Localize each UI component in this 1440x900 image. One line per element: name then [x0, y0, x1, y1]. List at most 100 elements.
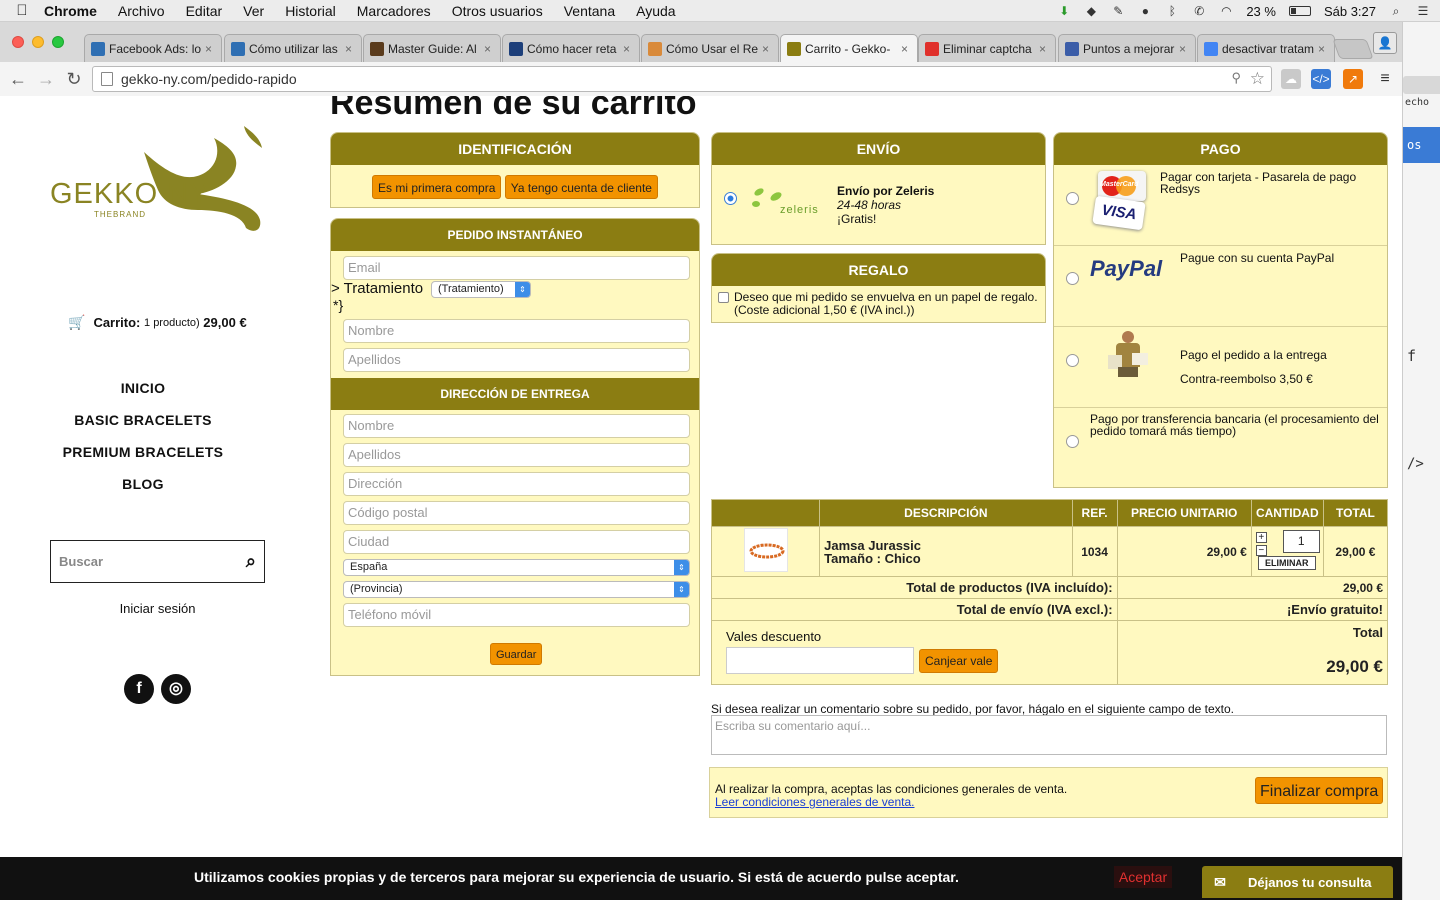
extension-code-icon[interactable]: </>	[1311, 69, 1331, 89]
browser-tab[interactable]: Master Guide: Al ×	[363, 34, 501, 62]
browser-tab[interactable]: desactivar tratam ×	[1197, 34, 1335, 62]
login-link[interactable]: Iniciar sesión	[50, 601, 265, 616]
shipping-radio[interactable]	[724, 192, 737, 205]
menu-historial[interactable]: Historial	[285, 3, 336, 19]
existing-account-button[interactable]: Ya tengo cuenta de cliente	[504, 175, 658, 199]
browser-tab[interactable]: Cómo Usar el Re ×	[641, 34, 779, 62]
save-button[interactable]: Guardar	[490, 643, 543, 665]
phone-icon[interactable]: ✆	[1192, 4, 1206, 18]
profile-button[interactable]: 👤	[1373, 32, 1397, 54]
increase-quantity-button[interactable]: +	[1255, 532, 1267, 543]
clock[interactable]: Sáb 3:27	[1324, 4, 1376, 19]
close-tab-icon[interactable]: ×	[1039, 42, 1049, 56]
menu-ventana[interactable]: Ventana	[564, 3, 615, 19]
nav-basic-bracelets[interactable]: BASIC BRACELETS	[0, 412, 286, 428]
menu-archivo[interactable]: Archivo	[118, 3, 165, 19]
comment-textarea[interactable]: Escriba su comentario aquí...	[711, 715, 1387, 755]
terms-link[interactable]: Leer condiciones generales de venta.	[715, 795, 914, 809]
delivery-telefono-input[interactable]: Teléfono móvil	[343, 603, 690, 627]
redeem-voucher-button[interactable]: Canjear vale	[919, 649, 999, 673]
instagram-icon[interactable]: ◎	[161, 674, 191, 704]
menu-marcadores[interactable]: Marcadores	[357, 3, 431, 19]
payment-cod-option[interactable]: Pago el pedido a la entrega Contra-reemb…	[1054, 327, 1387, 408]
close-tab-icon[interactable]: ×	[484, 42, 494, 56]
delivery-apellidos-input[interactable]: Apellidos	[343, 443, 690, 467]
quantity-input[interactable]: 1	[1282, 530, 1320, 553]
close-tab-icon[interactable]: ×	[623, 42, 633, 56]
close-tab-icon[interactable]: ×	[901, 42, 911, 56]
remove-item-button[interactable]: ELIMINAR	[1257, 556, 1316, 570]
payment-paypal-option[interactable]: PayPal Pague con su cuenta PayPal	[1054, 246, 1387, 327]
close-tab-icon[interactable]: ×	[762, 42, 772, 56]
payment-card-option[interactable]: MasterCard VISA Pagar con tarjeta - Pasa…	[1054, 165, 1387, 246]
menu-otros-usuarios[interactable]: Otros usuarios	[452, 3, 543, 19]
minimize-window-button[interactable]	[32, 36, 44, 48]
back-arrow-icon[interactable]: ←	[4, 69, 32, 90]
voucher-input[interactable]	[726, 647, 914, 674]
browser-tab[interactable]: Cómo utilizar las ×	[224, 34, 362, 62]
instant-apellidos-input[interactable]: Apellidos	[343, 348, 690, 372]
payment-card-radio[interactable]	[1066, 192, 1079, 205]
gift-checkbox[interactable]	[718, 292, 729, 303]
apple-menu-icon[interactable]: 	[0, 2, 44, 19]
dropbox-icon[interactable]: ◆	[1084, 4, 1098, 18]
extension-cloud-icon[interactable]: ☁	[1281, 69, 1301, 89]
payment-transfer-radio[interactable]	[1066, 435, 1079, 448]
facebook-icon[interactable]: f	[124, 674, 154, 704]
nav-inicio[interactable]: INICIO	[0, 380, 286, 396]
country-select[interactable]: España ⇕	[343, 559, 690, 576]
bluetooth-icon[interactable]: ᛒ	[1165, 4, 1179, 18]
chrome-menu-icon[interactable]: ≡	[1375, 69, 1395, 89]
payment-cod-radio[interactable]	[1066, 354, 1079, 367]
close-tab-icon[interactable]: ×	[1179, 42, 1189, 56]
finalize-purchase-button[interactable]: Finalizar compra	[1255, 777, 1384, 804]
contact-widget[interactable]: ✉ Déjanos tu consulta	[1202, 866, 1393, 898]
delivery-ciudad-input[interactable]: Ciudad	[343, 530, 690, 554]
evernote-icon[interactable]: ✎	[1111, 4, 1125, 18]
product-thumbnail[interactable]	[710, 526, 821, 577]
wifi-icon[interactable]: ◠	[1219, 4, 1233, 18]
payment-paypal-radio[interactable]	[1066, 272, 1079, 285]
menu-editar[interactable]: Editar	[186, 3, 223, 19]
download-icon[interactable]: ⬇	[1057, 4, 1071, 18]
close-tab-icon[interactable]: ×	[205, 42, 215, 56]
product-name[interactable]: Jamsa Jurassic	[824, 539, 1071, 552]
extension-chart-icon[interactable]: ↗	[1343, 69, 1363, 89]
browser-tab[interactable]: Carrito - Gekko- ×	[780, 34, 918, 62]
nav-blog[interactable]: BLOG	[0, 476, 286, 492]
mini-cart[interactable]: 🛒 Carrito: 1 producto) 29,00 €	[68, 314, 247, 331]
delivery-nombre-input[interactable]: Nombre	[343, 414, 690, 438]
new-tab-button[interactable]	[1332, 39, 1374, 59]
zoom-window-button[interactable]	[52, 36, 64, 48]
browser-tab[interactable]: Eliminar captcha ×	[918, 34, 1056, 62]
search-icon[interactable]: ⌕	[246, 551, 256, 572]
menu-ver[interactable]: Ver	[243, 3, 264, 19]
browser-tab[interactable]: Puntos a mejorar ×	[1058, 34, 1196, 62]
menu-ayuda[interactable]: Ayuda	[636, 3, 675, 19]
payment-transfer-option[interactable]: Pago por transferencia bancaria (el proc…	[1054, 408, 1387, 489]
instant-nombre-input[interactable]: Nombre	[343, 319, 690, 343]
close-tab-icon[interactable]: ×	[345, 42, 355, 56]
address-bar[interactable]: gekko-ny.com/pedido-rapido ⚲ ☆	[92, 66, 1272, 92]
delivery-cp-input[interactable]: Código postal	[343, 501, 690, 525]
close-tab-icon[interactable]: ×	[1318, 42, 1328, 56]
decrease-quantity-button[interactable]: −	[1255, 545, 1267, 556]
bookmark-star-icon[interactable]: ☆	[1250, 69, 1265, 89]
spotlight-icon[interactable]: ⌕	[1389, 4, 1403, 18]
forward-arrow-icon[interactable]: →	[32, 69, 60, 90]
delivery-direccion-input[interactable]: Dirección	[343, 472, 690, 496]
key-icon[interactable]: ⚲	[1231, 70, 1241, 86]
battery-icon[interactable]	[1288, 6, 1311, 16]
browser-tab[interactable]: Facebook Ads: lo ×	[84, 34, 222, 62]
browser-tab[interactable]: Cómo hacer reta ×	[502, 34, 640, 62]
province-select[interactable]: (Provincia) ⇕	[343, 581, 690, 598]
search-box[interactable]: Buscar ⌕	[50, 540, 265, 583]
gekko-logo[interactable]: GEKKO NY THEBRAND	[48, 124, 270, 236]
reload-icon[interactable]: ↻	[60, 69, 88, 90]
treatment-select[interactable]: (Tratamiento) ⇕	[431, 281, 531, 298]
close-window-button[interactable]	[12, 36, 24, 48]
nav-premium-bracelets[interactable]: PREMIUM BRACELETS	[0, 444, 286, 460]
email-input[interactable]: Email	[343, 256, 690, 280]
first-purchase-button[interactable]: Es mi primera compra	[372, 175, 502, 199]
notification-center-icon[interactable]: ☰	[1416, 4, 1430, 18]
